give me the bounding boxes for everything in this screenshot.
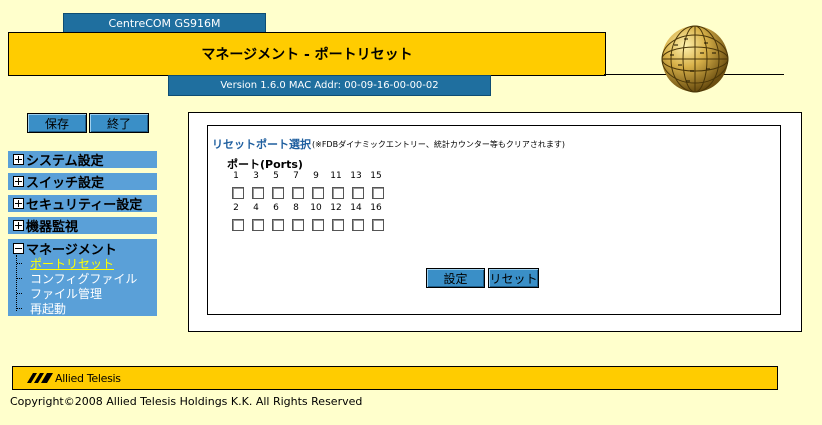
port-number: 15 (370, 171, 382, 181)
port-number: 11 (330, 171, 342, 181)
expand-icon (13, 198, 24, 209)
port-checkbox-6[interactable] (272, 219, 284, 231)
sidebar-item-management[interactable]: マネージメント (8, 240, 117, 258)
tree-connector (17, 278, 22, 279)
reset-button[interactable]: リセット (488, 268, 539, 288)
port-number: 3 (253, 171, 259, 181)
port-checkbox-16[interactable] (372, 219, 384, 231)
port-number: 12 (330, 203, 342, 213)
port-checkbox-13[interactable] (352, 187, 364, 199)
port-checkbox-10[interactable] (312, 219, 324, 231)
port-number: 13 (350, 171, 362, 181)
sidebar-item-label: セキュリティー設定 (26, 198, 143, 213)
port-number: 2 (233, 203, 239, 213)
expand-icon (13, 176, 24, 187)
port-checkbox-2[interactable] (232, 219, 244, 231)
section-title: リセットポート選択 (212, 138, 311, 151)
ports-label: ポート(Ports) (227, 158, 303, 171)
copyright-text: Copyright©2008 Allied Telesis Holdings K… (10, 395, 363, 408)
collapse-icon (13, 242, 24, 254)
logo-text: Allied Telesis (55, 371, 121, 385)
port-checkbox-5[interactable] (272, 187, 284, 199)
globe-logo-icon (661, 25, 729, 93)
port-checkbox-8[interactable] (292, 219, 304, 231)
sidebar-item-device-monitor[interactable]: 機器監視 (8, 217, 157, 235)
expand-icon (13, 154, 24, 165)
sidebar-item-system-settings[interactable]: システム設定 (8, 151, 157, 169)
allied-telesis-logo: Allied Telesis (27, 372, 121, 385)
port-number: 14 (350, 203, 362, 213)
port-number: 7 (293, 171, 299, 181)
save-button[interactable]: 保存 (27, 113, 87, 133)
expand-icon (13, 220, 24, 231)
port-number: 6 (273, 203, 279, 213)
sidebar-item-label: システム設定 (26, 154, 104, 169)
port-checkbox-12[interactable] (332, 219, 344, 231)
port-checkbox-15[interactable] (372, 187, 384, 199)
port-number: 1 (233, 171, 239, 181)
apply-button[interactable]: 設定 (426, 268, 485, 288)
port-number: 10 (310, 203, 322, 213)
port-checkbox-4[interactable] (252, 219, 264, 231)
sidebar-item-switch-settings[interactable]: スイッチ設定 (8, 173, 157, 191)
page-title: マネージメント - ポートリセット (8, 32, 606, 76)
port-checkbox-9[interactable] (312, 187, 324, 199)
port-checkbox-3[interactable] (252, 187, 264, 199)
tree-connector (17, 263, 22, 264)
tree-connector (17, 308, 22, 309)
port-number: 8 (293, 203, 299, 213)
sidebar-item-security-settings[interactable]: セキュリティー設定 (8, 195, 157, 213)
sidebar-item-label: 機器監視 (26, 220, 79, 235)
port-number: 9 (313, 171, 319, 181)
version-info: Version 1.6.0 MAC Addr: 00-09-16-00-00-0… (168, 75, 491, 96)
section-note: (※FDBダイナミックエントリー、統計カウンター等もクリアされます) (312, 140, 565, 149)
allied-telesis-mark-icon (27, 373, 53, 383)
port-checkbox-11[interactable] (332, 187, 344, 199)
tree-connector (17, 293, 22, 294)
port-number: 16 (370, 203, 382, 213)
port-checkbox-7[interactable] (292, 187, 304, 199)
sidebar-item-label: スイッチ設定 (26, 176, 105, 191)
model-name-tab: CentreCOM GS916M (63, 13, 266, 34)
port-checkbox-14[interactable] (352, 219, 364, 231)
footer-bar: Allied Telesis (12, 366, 778, 390)
port-checkbox-1[interactable] (232, 187, 244, 199)
port-number: 4 (253, 203, 259, 213)
sidebar-subitem-reboot[interactable]: 再起動 (30, 300, 66, 317)
exit-button[interactable]: 終了 (89, 113, 149, 133)
port-number: 5 (273, 171, 279, 181)
